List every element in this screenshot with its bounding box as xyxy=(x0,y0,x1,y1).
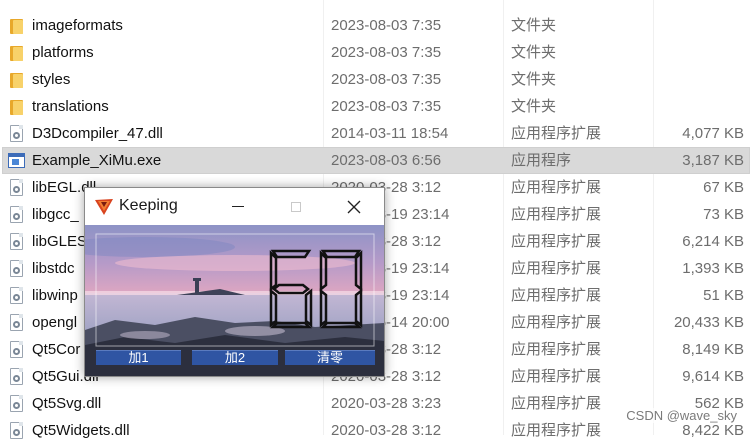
app-content: 加1 加2 清零 xyxy=(85,225,384,376)
dll-icon xyxy=(10,233,23,250)
file-date-modified: 2020-03-28 3:12 xyxy=(331,422,442,439)
file-name: imageformats xyxy=(32,17,123,34)
file-type: 文件夹 xyxy=(511,98,557,115)
file-type: 应用程序扩展 xyxy=(511,206,602,223)
folder-icon xyxy=(10,46,23,61)
file-type: 应用程序扩展 xyxy=(511,422,602,439)
file-size: 51 KB xyxy=(703,287,744,304)
file-name: platforms xyxy=(32,44,94,61)
dll-icon xyxy=(10,287,23,304)
file-type: 应用程序 xyxy=(511,152,572,169)
file-name: libGLES xyxy=(32,233,88,250)
title-bar[interactable]: Keeping xyxy=(85,188,384,225)
folder-icon xyxy=(10,100,23,115)
file-name: libgcc_ xyxy=(32,206,79,223)
file-name: libstdc xyxy=(32,260,75,277)
dll-icon xyxy=(10,314,23,331)
dll-icon xyxy=(10,395,23,412)
file-date-modified: 2023-08-03 7:35 xyxy=(331,17,442,34)
file-size: 20,433 KB xyxy=(673,314,744,331)
maximize-button[interactable] xyxy=(267,188,325,225)
dll-icon xyxy=(10,260,23,277)
file-type: 文件夹 xyxy=(511,71,557,88)
file-date-modified: 2023-08-03 7:35 xyxy=(331,98,442,115)
maximize-icon xyxy=(291,201,301,212)
file-type: 应用程序扩展 xyxy=(511,287,602,304)
file-size: 3,187 KB xyxy=(682,152,744,169)
file-date-modified: 2023-08-03 7:35 xyxy=(331,44,442,61)
file-row[interactable]: translations 2023-08-03 7:35 文件夹 xyxy=(0,93,751,120)
dll-icon xyxy=(10,125,23,142)
minimize-icon xyxy=(232,206,244,207)
window-title: Keeping xyxy=(119,197,178,214)
file-date-modified: 2014-03-11 18:54 xyxy=(331,125,449,142)
add-two-button[interactable]: 加2 xyxy=(192,350,278,365)
file-name: translations xyxy=(32,98,109,115)
exe-icon xyxy=(8,153,25,168)
file-size: 8,149 KB xyxy=(682,341,744,358)
file-size: 1,393 KB xyxy=(682,260,744,277)
folder-icon xyxy=(10,73,23,88)
file-type: 应用程序扩展 xyxy=(511,314,602,331)
dll-icon xyxy=(10,368,23,385)
dll-icon xyxy=(10,206,23,223)
file-name: Qt5Svg.dll xyxy=(32,395,102,412)
file-type: 应用程序扩展 xyxy=(511,368,602,385)
file-name: Example_XiMu.exe xyxy=(32,152,162,169)
close-button[interactable] xyxy=(325,188,383,225)
digit-6 xyxy=(269,249,313,329)
file-type: 应用程序扩展 xyxy=(511,260,602,277)
file-row[interactable]: platforms 2023-08-03 7:35 文件夹 xyxy=(0,39,751,66)
digit-0 xyxy=(319,249,363,329)
file-date-modified: 2023-08-03 7:35 xyxy=(331,71,442,88)
file-type: 应用程序扩展 xyxy=(511,125,602,142)
file-type: 应用程序扩展 xyxy=(511,395,602,412)
file-row[interactable]: D3Dcompiler_47.dll 2014-03-11 18:54 应用程序扩展… xyxy=(0,120,751,147)
file-name: D3Dcompiler_47.dll xyxy=(32,125,163,142)
file-size: 9,614 KB xyxy=(682,368,744,385)
file-date-modified: 2020-03-28 3:23 xyxy=(331,395,442,412)
file-name: libwinp xyxy=(32,287,78,304)
file-name: Qt5Cor xyxy=(32,341,81,358)
file-row[interactable]: styles 2023-08-03 7:35 文件夹 xyxy=(0,66,751,93)
file-type: 应用程序扩展 xyxy=(511,179,602,196)
dll-icon xyxy=(10,422,23,439)
file-name: Qt5Widgets.dll xyxy=(32,422,130,439)
minimize-button[interactable] xyxy=(209,188,267,225)
file-type: 文件夹 xyxy=(511,44,557,61)
close-icon xyxy=(347,200,361,213)
add-one-button[interactable]: 加1 xyxy=(96,350,181,365)
file-size: 73 KB xyxy=(703,206,744,223)
file-type: 应用程序扩展 xyxy=(511,233,602,250)
dll-icon xyxy=(10,341,23,358)
file-name: opengl xyxy=(32,314,78,331)
file-row[interactable]: Example_XiMu.exe 2023-08-03 6:56 应用程序 3,187… xyxy=(0,147,751,174)
app-logo-icon xyxy=(95,199,113,215)
keeping-app-window[interactable]: Keeping 加1 加2 清零 xyxy=(84,187,385,377)
watermark: CSDN @wave_sky xyxy=(624,408,739,423)
file-size: 4,077 KB xyxy=(682,125,744,142)
folder-icon xyxy=(10,19,23,34)
dll-icon xyxy=(10,179,23,196)
file-date-modified: 2023-08-03 6:56 xyxy=(331,152,442,169)
lcd-counter-display xyxy=(269,249,363,329)
file-size: 6,214 KB xyxy=(682,233,744,250)
file-size: 67 KB xyxy=(703,179,744,196)
file-row[interactable]: imageformats 2023-08-03 7:35 文件夹 xyxy=(0,12,751,39)
clear-button[interactable]: 清零 xyxy=(285,350,375,365)
file-name: styles xyxy=(32,71,71,88)
file-type: 应用程序扩展 xyxy=(511,341,602,358)
file-type: 文件夹 xyxy=(511,17,557,34)
